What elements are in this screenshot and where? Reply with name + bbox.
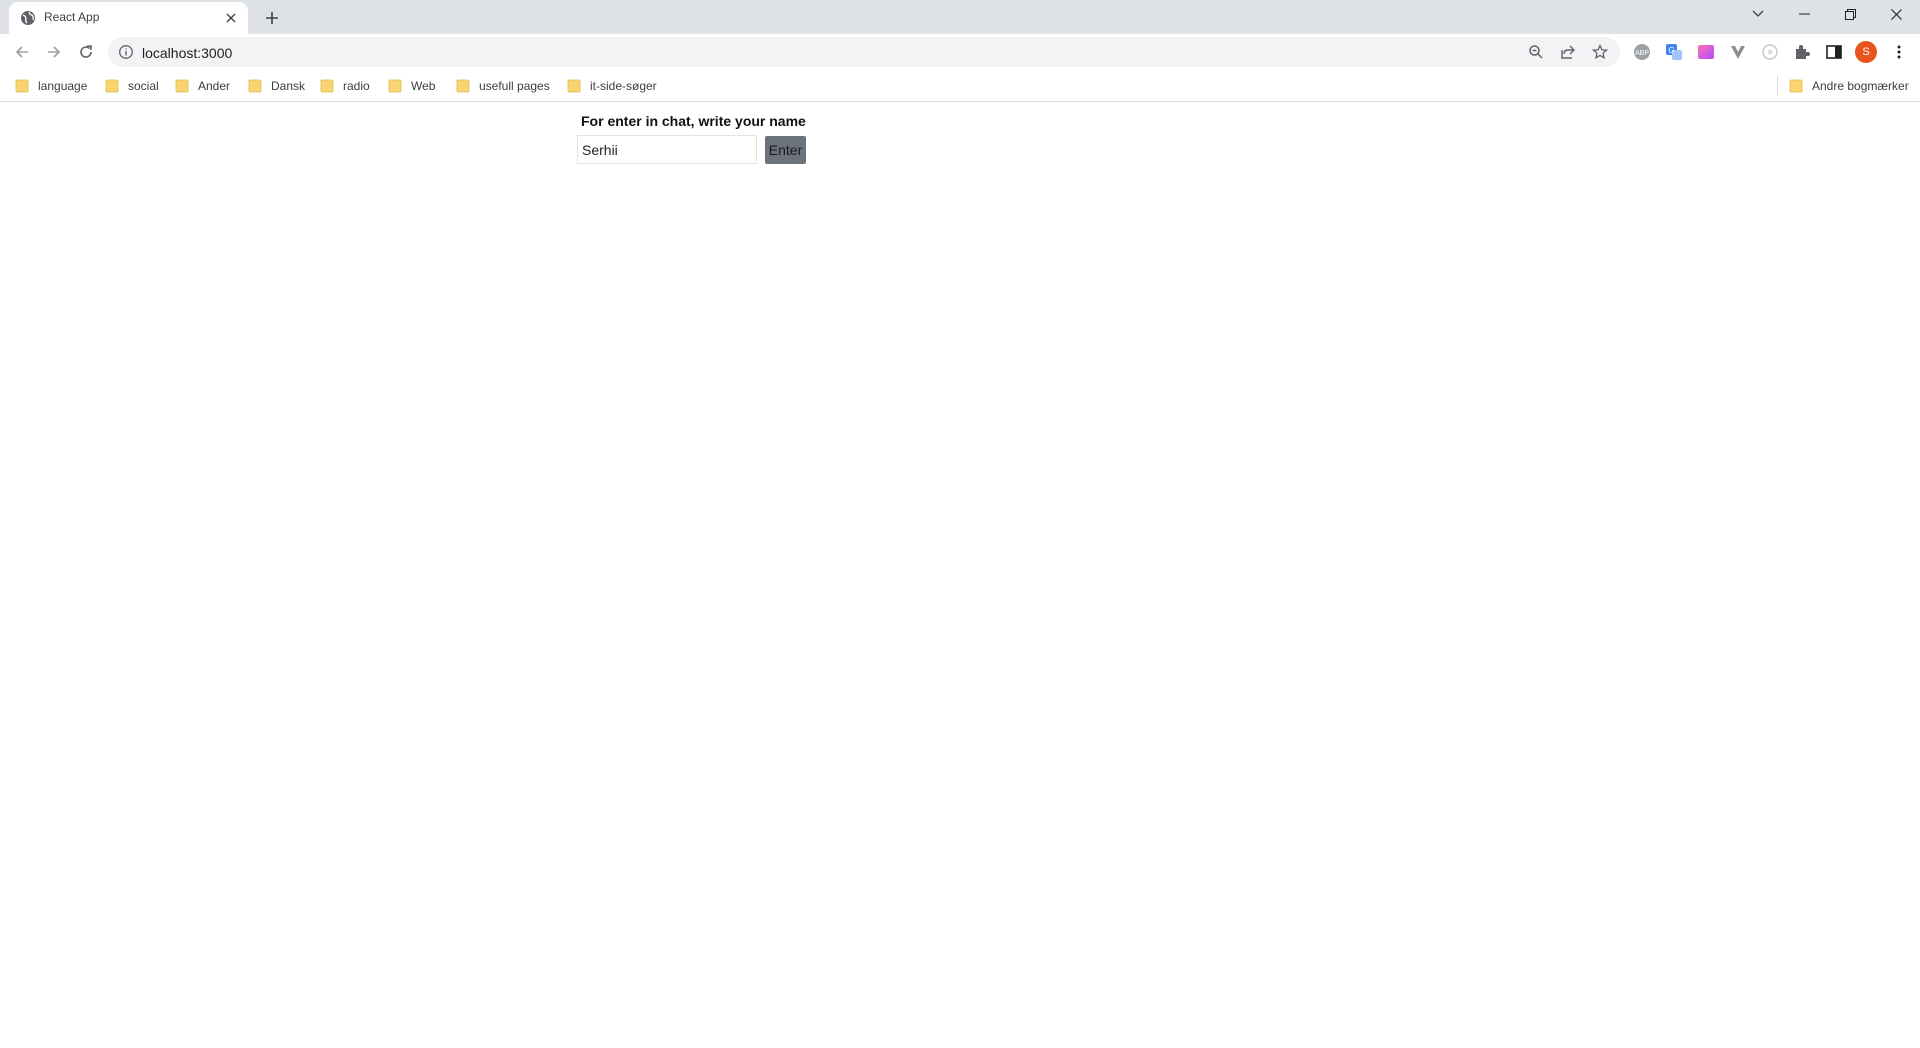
tab-strip: React App	[0, 0, 1920, 34]
bookmark-folder-language[interactable]: language	[15, 76, 87, 96]
new-tab-button[interactable]	[260, 6, 284, 30]
bookmark-folder-it-side-soger[interactable]: it-side-søger	[567, 76, 657, 96]
zoom-icon[interactable]	[1527, 43, 1545, 61]
name-input[interactable]	[577, 135, 757, 164]
side-panel-icon[interactable]	[1825, 43, 1843, 61]
svg-text:ABP: ABP	[1635, 50, 1649, 57]
browser-tab[interactable]: React App	[9, 2, 248, 34]
bookmark-folder-social[interactable]: social	[105, 76, 159, 96]
profile-avatar[interactable]: S	[1855, 41, 1877, 63]
browser-toolbar: localhost:3000 ABP G S	[0, 34, 1920, 70]
svg-text:G: G	[1668, 46, 1674, 55]
bookmark-folder-dansk[interactable]: Dansk	[248, 76, 305, 96]
bookmark-folder-radio[interactable]: radio	[320, 76, 370, 96]
address-bar[interactable]: localhost:3000	[108, 37, 1620, 67]
folder-icon	[175, 79, 189, 93]
back-arrow-icon[interactable]	[8, 38, 36, 66]
folder-icon	[567, 79, 581, 93]
folder-icon	[105, 79, 119, 93]
bookmark-folder-usefull-pages[interactable]: usefull pages	[456, 76, 550, 96]
reload-icon[interactable]	[72, 38, 100, 66]
bookmark-star-icon[interactable]	[1591, 43, 1609, 61]
share-icon[interactable]	[1559, 43, 1577, 61]
page-content: For enter in chat, write your name Enter	[0, 103, 1920, 1048]
extension-icon[interactable]	[1761, 43, 1779, 61]
bookmark-folder-ander[interactable]: Ander	[175, 76, 230, 96]
tab-search-chevron-icon[interactable]	[1735, 0, 1781, 28]
bookmarks-bar: language social Ander Dansk radio Web us…	[0, 70, 1920, 102]
enter-button[interactable]: Enter	[765, 135, 806, 164]
puzzle-icon[interactable]	[1793, 43, 1811, 61]
url-text[interactable]: localhost:3000	[142, 45, 232, 61]
bookmarks-divider	[1777, 76, 1778, 96]
join-chat-form: For enter in chat, write your name Enter	[577, 112, 809, 164]
folder-icon	[1789, 79, 1803, 93]
other-bookmarks-folder[interactable]: Andre bogmærker	[1789, 76, 1909, 96]
adblock-extension-icon[interactable]: ABP	[1633, 43, 1651, 61]
forward-arrow-icon[interactable]	[40, 38, 68, 66]
translate-extension-icon[interactable]: G	[1665, 43, 1683, 61]
globe-icon	[20, 10, 36, 26]
folder-icon	[248, 79, 262, 93]
folder-icon	[320, 79, 334, 93]
site-info-icon[interactable]	[118, 44, 134, 60]
tab-title: React App	[44, 10, 100, 24]
window-close-icon[interactable]	[1873, 0, 1919, 28]
folder-icon	[388, 79, 402, 93]
vpn-extension-icon[interactable]	[1729, 43, 1747, 61]
bookmark-folder-web[interactable]: Web	[388, 76, 435, 96]
kebab-menu-icon[interactable]	[1890, 43, 1908, 61]
color-extension-icon[interactable]	[1697, 43, 1715, 61]
minimize-icon[interactable]	[1781, 0, 1827, 28]
close-icon[interactable]	[223, 10, 239, 26]
folder-icon	[456, 79, 470, 93]
restore-icon[interactable]	[1827, 0, 1873, 28]
join-chat-heading: For enter in chat, write your name	[581, 113, 806, 129]
folder-icon	[15, 79, 29, 93]
name-entry-row: Enter	[577, 135, 809, 164]
